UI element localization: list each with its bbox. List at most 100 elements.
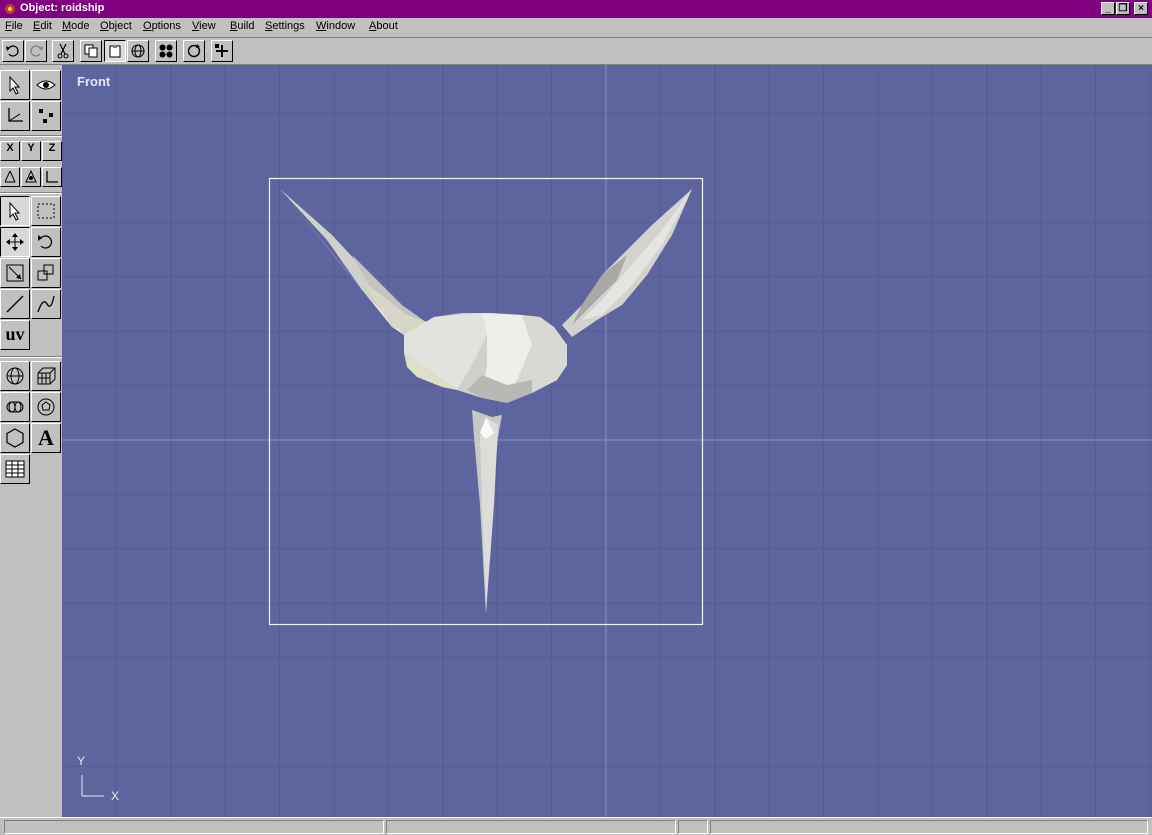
axis-gizmo	[81, 775, 104, 797]
copy-button[interactable]	[80, 40, 102, 62]
polyhedron-primitive-button[interactable]	[31, 392, 61, 422]
axis-y-button[interactable]: Y	[21, 141, 41, 161]
rotate-tool-button[interactable]	[31, 227, 61, 257]
palette-divider	[0, 356, 62, 358]
polyhedron-icon	[37, 398, 55, 416]
sphere-primitive-button[interactable]	[0, 361, 30, 391]
sphere-icon	[131, 44, 145, 58]
line-tool-button[interactable]	[0, 289, 30, 319]
app-icon	[5, 4, 15, 14]
menu-settings[interactable]: Settings	[265, 20, 305, 32]
dashed-rectangle-icon	[37, 203, 55, 219]
scissors-icon	[57, 43, 69, 59]
front-viewport[interactable]: Front Y X	[62, 65, 1152, 817]
add-button[interactable]	[211, 40, 233, 62]
refresh-button[interactable]	[183, 40, 205, 62]
select-tool-button[interactable]	[0, 70, 30, 100]
local-axes-button[interactable]	[21, 167, 41, 187]
axis-y-label: Y	[77, 754, 86, 768]
axes-tool-button[interactable]	[0, 101, 30, 131]
status-pane-2	[386, 820, 676, 834]
move-tool-button[interactable]	[0, 227, 30, 257]
box-primitive-button[interactable]	[31, 361, 61, 391]
viewport-canvas[interactable]	[62, 65, 1152, 817]
restore-button[interactable]: ❐	[1116, 2, 1130, 15]
arrow-pointer-icon	[9, 201, 21, 221]
axis-x-label: X	[111, 789, 120, 803]
hexagon-icon	[6, 428, 24, 448]
status-pane-4	[710, 820, 1148, 834]
menu-window[interactable]: Window	[316, 20, 355, 32]
sphere-button[interactable]	[127, 40, 149, 62]
menu-bar: File Edit Mode Object Options View Build…	[0, 18, 1152, 38]
axis-x-label: X	[6, 142, 14, 154]
dots-icon	[159, 44, 173, 58]
axis-x-button[interactable]: X	[0, 141, 20, 161]
move-arrows-icon	[6, 233, 24, 251]
uv-tool-button[interactable]: uv	[0, 320, 30, 350]
axes-icon	[8, 108, 23, 122]
menu-options[interactable]: Options	[143, 20, 181, 32]
pivot-icon	[4, 170, 16, 183]
grid-icon	[5, 460, 25, 478]
status-bar	[0, 817, 1152, 835]
pivot-tool-button[interactable]	[0, 167, 20, 187]
menu-view[interactable]: View	[192, 20, 216, 32]
corner-axes-icon	[46, 171, 58, 183]
scatter-points-icon	[39, 109, 53, 123]
roidship-model[interactable]	[280, 189, 692, 613]
curve-tool-button[interactable]	[31, 289, 61, 319]
marquee-select-button[interactable]	[31, 196, 61, 226]
menu-object[interactable]: Object	[100, 20, 132, 32]
text-tool-button[interactable]: A	[31, 423, 61, 453]
minimize-button[interactable]: _	[1101, 2, 1115, 15]
scale-icon	[6, 264, 24, 282]
grid-tool-button[interactable]	[0, 454, 30, 484]
undo-icon	[6, 45, 19, 57]
status-pane-3	[678, 820, 708, 834]
palette-divider	[0, 135, 62, 137]
redo-button[interactable]	[25, 40, 47, 62]
pick-tool-button[interactable]	[0, 196, 30, 226]
tool-palette: X Y Z uv A	[0, 65, 63, 817]
menu-mode[interactable]: Mode	[62, 20, 90, 32]
title-bar: Object: roidship _ ❐ ×	[0, 0, 1152, 18]
text-tool-label: A	[38, 425, 54, 450]
view-tool-button[interactable]	[31, 70, 61, 100]
paste-icon	[109, 45, 121, 58]
axis-z-button[interactable]: Z	[42, 141, 62, 161]
palette-divider	[0, 192, 62, 194]
points-button[interactable]	[155, 40, 177, 62]
cylinder-icon	[6, 401, 24, 413]
grid-box-icon	[37, 367, 56, 385]
paste-button[interactable]	[104, 40, 126, 62]
arrow-pointer-icon	[9, 75, 21, 95]
polygon-tool-button[interactable]	[0, 423, 30, 453]
world-axes-button[interactable]	[42, 167, 62, 187]
menu-build[interactable]: Build	[230, 20, 254, 32]
copy-icon	[84, 44, 98, 58]
local-axes-icon	[25, 169, 37, 183]
window-title: Object: roidship	[20, 2, 105, 14]
refresh-icon	[187, 44, 201, 58]
axis-y-label: Y	[27, 142, 35, 154]
cylinder-primitive-button[interactable]	[0, 392, 30, 422]
axis-z-label: Z	[48, 142, 56, 154]
sphere-icon	[6, 367, 24, 385]
toolbar	[0, 38, 1152, 65]
redo-icon	[30, 45, 43, 57]
menu-file[interactable]: File	[5, 20, 23, 32]
viewport-grid	[62, 65, 1152, 817]
cut-button[interactable]	[52, 40, 74, 62]
close-button[interactable]: ×	[1134, 2, 1148, 15]
stretch-tool-button[interactable]	[31, 258, 61, 288]
undo-button[interactable]	[2, 40, 24, 62]
menu-edit[interactable]: Edit	[33, 20, 52, 32]
menu-about[interactable]: About	[369, 20, 398, 32]
curve-icon	[37, 295, 55, 313]
rotate-icon	[38, 235, 53, 249]
status-pane-1	[4, 820, 384, 834]
points-tool-button[interactable]	[31, 101, 61, 131]
plus-icon	[215, 44, 228, 57]
scale-tool-button[interactable]	[0, 258, 30, 288]
